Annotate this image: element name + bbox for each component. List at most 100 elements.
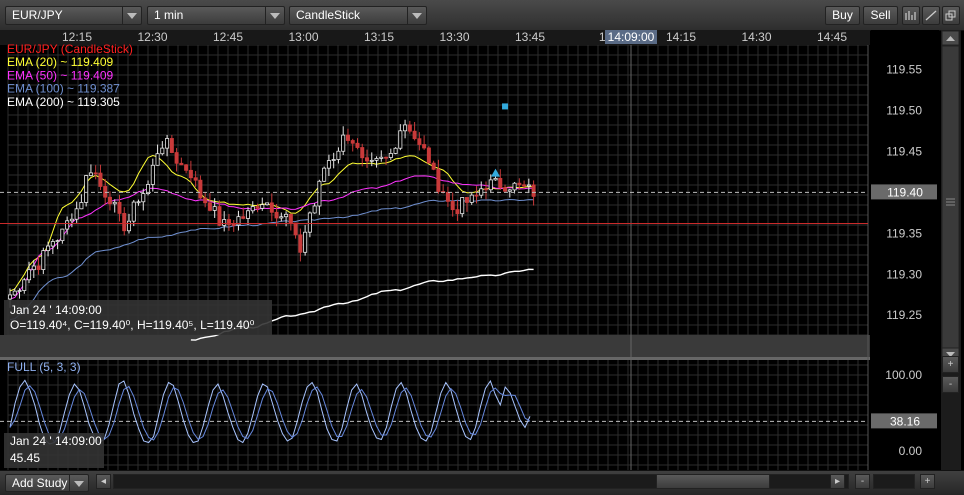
candle-down — [407, 124, 412, 132]
candle-down — [445, 192, 450, 202]
sell-button[interactable]: Sell — [863, 6, 898, 25]
chevron-down-icon — [122, 7, 141, 24]
symbol-dropdown[interactable]: EUR/JPY — [5, 6, 142, 25]
price-tick-label: 119.30 — [886, 267, 922, 281]
candle-down — [517, 182, 522, 186]
legend-entry: EMA (50) ~ 119.409 — [7, 68, 114, 82]
interval-dropdown-value: 1 min — [154, 8, 184, 22]
candle-up — [393, 147, 398, 154]
candle-down — [269, 202, 274, 213]
candle-down — [474, 194, 479, 197]
time-tick-label: 12:30 — [137, 30, 167, 44]
candle-down — [274, 211, 279, 219]
panel-divider — [0, 357, 870, 360]
price-chart[interactable]: 12:1512:3012:4513:0013:1513:3013:451414:… — [0, 30, 964, 470]
candle-down — [179, 162, 184, 166]
info-box-ohlc: O=119.40⁴, C=119.40⁰, H=119.40⁵, L=119.4… — [10, 318, 255, 332]
time-tick-label: 12:45 — [213, 30, 243, 44]
candle-down — [522, 184, 527, 187]
candle-up — [55, 240, 60, 243]
indicator-icon[interactable] — [902, 6, 920, 25]
legend-entry: EUR/JPY (CandleStick) — [7, 42, 133, 56]
candle-up — [284, 213, 289, 218]
candle-up — [245, 210, 250, 219]
candle-up — [265, 202, 270, 206]
candle-up — [279, 216, 284, 219]
price-tick-label: 119.45 — [886, 144, 922, 158]
candle-down — [422, 144, 427, 149]
price-tick-label: 119.55 — [886, 63, 922, 77]
stochastic-info-value: 45.45 — [10, 451, 40, 465]
stochastic-title: FULL (5, 3, 3) — [7, 360, 81, 374]
candle-down — [531, 184, 536, 197]
candle-down — [241, 216, 246, 219]
candle-down — [188, 169, 193, 179]
candle-up — [112, 201, 117, 205]
candle-down — [36, 265, 41, 270]
candle-down — [255, 206, 260, 209]
candle-up — [222, 219, 227, 226]
price-tick-label: 119.35 — [886, 226, 922, 240]
candle-up — [136, 201, 141, 204]
candle-up — [131, 201, 136, 222]
chevron-down-icon — [69, 475, 88, 491]
candle-down — [288, 213, 293, 224]
candle-up — [317, 180, 322, 207]
zoom-out-button[interactable]: - — [855, 474, 870, 489]
candle-down — [107, 196, 112, 205]
scroll-left-button[interactable]: ◂ — [96, 474, 111, 489]
candle-up — [331, 159, 336, 161]
candle-down — [169, 138, 174, 153]
candle-up — [526, 184, 531, 187]
expand-panel-button[interactable]: + — [942, 356, 959, 373]
candle-up — [84, 175, 89, 203]
candle-down — [98, 172, 103, 187]
candle-up — [303, 231, 308, 253]
candle-down — [455, 209, 460, 215]
candle-up — [50, 241, 55, 247]
info-box: Jan 24 ' 14:09:00O=119.40⁴, C=119.40⁰, H… — [4, 300, 272, 335]
candle-up — [312, 205, 317, 214]
candle-up — [307, 212, 312, 233]
zoom-slider[interactable] — [873, 474, 915, 489]
draw-line-icon[interactable] — [922, 6, 940, 25]
toolbar: EUR/JPY 1 min CandleStick Buy Sell — [0, 0, 964, 31]
candle-up — [374, 158, 379, 161]
restore-window-icon[interactable] — [942, 6, 960, 25]
candle-up — [160, 147, 165, 155]
candle-up — [60, 228, 65, 242]
buy-button[interactable]: Buy — [825, 6, 860, 25]
candle-down — [431, 162, 436, 170]
zoom-in-button[interactable]: + — [920, 474, 935, 489]
candle-down — [364, 157, 369, 162]
right-scrollbar[interactable] — [941, 30, 961, 470]
candle-down — [217, 206, 222, 226]
candle-up — [469, 194, 474, 203]
candle-up — [7, 294, 12, 300]
candle-down — [122, 213, 127, 232]
chart-type-dropdown[interactable]: CandleStick — [289, 6, 427, 25]
collapse-panel-button[interactable]: - — [942, 376, 959, 393]
time-tick-label: 13:45 — [515, 30, 545, 44]
candle-down — [117, 201, 122, 214]
candle-down — [503, 187, 508, 192]
candle-up — [260, 204, 265, 209]
scroll-right-button[interactable]: ▸ — [830, 474, 845, 489]
candle-up — [369, 159, 374, 162]
candle-down — [412, 130, 417, 140]
candle-down — [174, 152, 179, 164]
candle-up — [79, 202, 84, 210]
price-tick-label: 119.50 — [886, 104, 922, 118]
candle-up — [65, 220, 70, 230]
horizontal-scrollbar-thumb[interactable] — [656, 474, 770, 489]
candle-down — [350, 140, 355, 144]
last-price-label: 119.40 — [887, 185, 923, 199]
add-study-dropdown[interactable]: Add Study — [5, 474, 89, 492]
candle-up — [488, 179, 493, 191]
time-tick-label: 13:00 — [288, 30, 318, 44]
legend-entry: EMA (20) ~ 119.409 — [7, 55, 114, 69]
interval-dropdown[interactable]: 1 min — [147, 6, 285, 25]
time-tick-label: 14:30 — [741, 30, 771, 44]
candle-up — [512, 182, 517, 191]
candle-up — [150, 164, 155, 185]
